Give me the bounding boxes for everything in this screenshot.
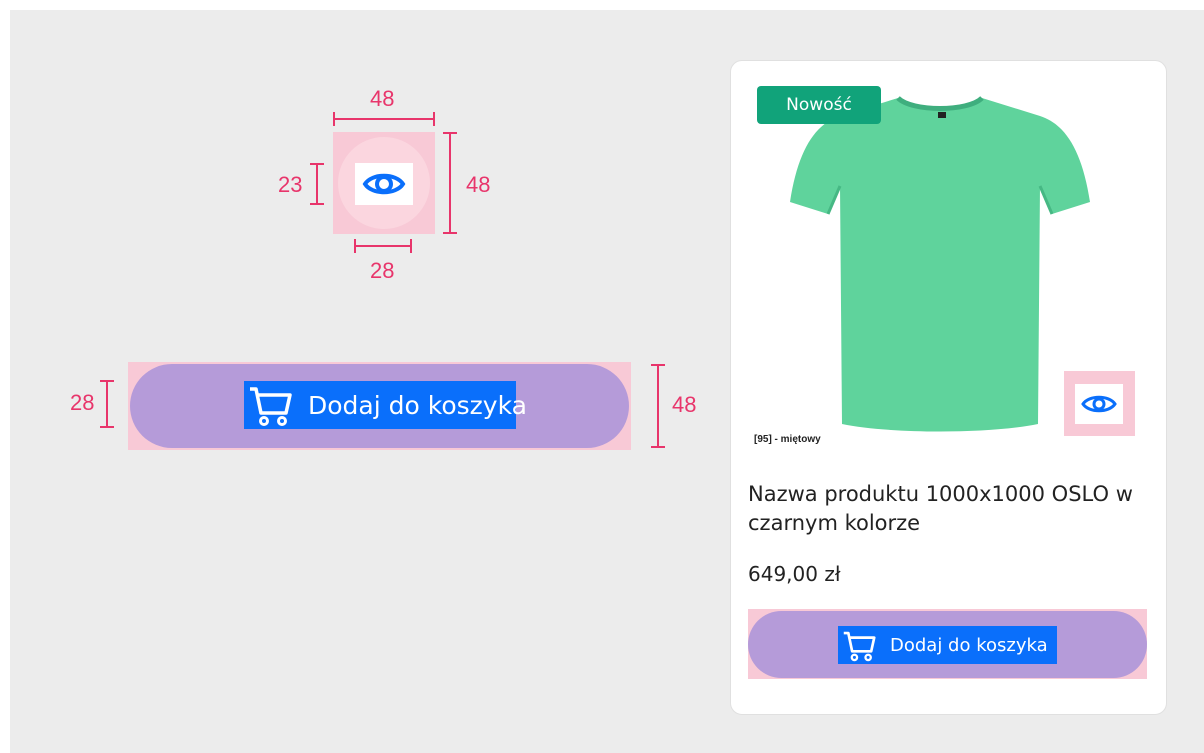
add-to-cart-label: Dodaj do koszyka <box>308 390 527 420</box>
dimension-tick <box>410 239 412 253</box>
add-to-cart-content: Dodaj do koszyka <box>244 381 527 429</box>
dimension-tick <box>651 446 665 448</box>
dimension-tick <box>100 380 114 382</box>
dimension-tick <box>310 163 324 165</box>
dimension-tick <box>100 426 114 428</box>
cart-icon <box>843 631 876 662</box>
dimension-tick <box>443 132 457 134</box>
color-variant-label: [95] - miętowy <box>754 434 821 445</box>
eye-icon <box>1081 395 1117 413</box>
dimension-tick <box>443 232 457 234</box>
dimension-tick <box>354 239 356 253</box>
dimension-tick <box>333 112 335 126</box>
quick-view-button[interactable] <box>1075 384 1123 424</box>
height-dimension-label: 48 <box>672 392 697 417</box>
dimension-tick <box>310 203 324 205</box>
card-add-to-cart-label: Dodaj do koszyka <box>890 634 1048 656</box>
icon-width-dimension-label: 28 <box>370 258 395 283</box>
eye-icon <box>355 163 413 205</box>
product-image[interactable] <box>790 90 1090 435</box>
icon-height-dimension-line <box>106 380 108 428</box>
icon-height-dimension-label: 28 <box>70 390 95 415</box>
width-dimension-label: 48 <box>370 86 395 111</box>
product-price: 649,00 zł <box>748 562 841 586</box>
cart-icon <box>250 387 292 426</box>
card-add-to-cart-content: Dodaj do koszyka <box>838 626 1057 664</box>
dimension-tick <box>651 364 665 366</box>
icon-height-dimension-line <box>316 163 318 205</box>
product-name[interactable]: Nazwa produktu 1000x1000 OSLO w czarnym … <box>748 480 1148 538</box>
height-dimension-line <box>449 132 451 234</box>
dimension-tick <box>433 112 435 126</box>
height-dimension-label: 48 <box>466 172 491 197</box>
icon-width-dimension-line <box>354 245 412 247</box>
icon-height-dimension-label: 23 <box>278 172 303 197</box>
height-dimension-line <box>657 364 659 448</box>
width-dimension-line <box>333 118 435 120</box>
new-badge: Nowość <box>757 86 881 124</box>
